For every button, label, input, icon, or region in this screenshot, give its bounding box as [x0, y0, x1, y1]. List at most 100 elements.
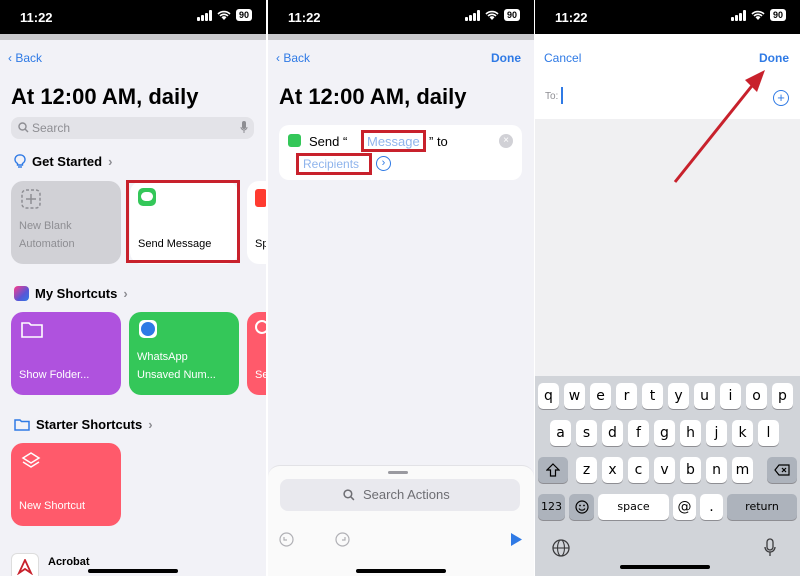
tile-label: New Blank [19, 219, 72, 232]
layers-icon [21, 452, 41, 468]
key-q[interactable]: q [538, 383, 559, 409]
my-shortcuts-header[interactable]: My Shortcuts › [14, 286, 128, 301]
globe-icon[interactable] [552, 539, 570, 557]
remove-action-icon[interactable]: × [499, 134, 513, 148]
shortcuts-app-icon [14, 286, 29, 301]
home-indicator [620, 565, 710, 569]
key-v[interactable]: v [654, 457, 675, 483]
microphone-icon[interactable] [240, 121, 248, 134]
search-field[interactable]: Search [11, 117, 254, 139]
key-e[interactable]: e [590, 383, 611, 409]
undo-icon[interactable] [279, 532, 294, 547]
highlight-box [296, 153, 372, 175]
new-shortcut-tile[interactable]: New Shortcut [11, 443, 121, 526]
wifi-icon [217, 10, 231, 20]
page-title: At 12:00 AM, daily [279, 84, 467, 109]
search-icon [18, 122, 29, 133]
search-icon [343, 489, 355, 501]
emoji-icon [574, 500, 589, 514]
drawer-handle[interactable] [388, 471, 408, 474]
get-started-header[interactable]: Get Started › [14, 154, 112, 169]
play-icon[interactable] [510, 533, 522, 546]
dictation-microphone-icon[interactable] [764, 538, 776, 558]
key-w[interactable]: w [564, 383, 585, 409]
highlight-box [126, 180, 240, 263]
key-c[interactable]: c [628, 457, 649, 483]
numbers-key[interactable]: 123 [538, 494, 565, 520]
highlight-box [361, 130, 426, 152]
key-m[interactable]: m [732, 457, 753, 483]
key-b[interactable]: b [680, 457, 701, 483]
status-bar: 11:22 90 [268, 0, 534, 34]
key-o[interactable]: o [746, 383, 767, 409]
key-u[interactable]: u [694, 383, 715, 409]
show-folder-shortcut[interactable]: Show Folder... [11, 312, 121, 395]
key-k[interactable]: k [732, 420, 753, 446]
key-x[interactable]: x [602, 457, 623, 483]
chevron-right-icon: › [123, 286, 128, 301]
redo-icon[interactable] [335, 532, 350, 547]
back-button[interactable]: ‹ Back [8, 51, 42, 65]
key-p[interactable]: p [772, 383, 793, 409]
tile-label: New Shortcut [19, 500, 86, 513]
starter-shortcuts-label: Starter Shortcuts [36, 417, 143, 432]
whatsapp-shortcut[interactable]: WhatsApp Unsaved Num... [129, 312, 239, 395]
messages-icon [288, 134, 301, 147]
key-g[interactable]: g [654, 420, 675, 446]
keyboard: q w e r t y u i o p a s d f g h j k l z … [535, 376, 800, 576]
actions-drawer: Search Actions [268, 465, 534, 576]
return-key[interactable]: return [727, 494, 797, 520]
starter-shortcuts-header[interactable]: Starter Shortcuts › [14, 417, 153, 432]
partial-tile[interactable]: Sp [247, 181, 266, 264]
new-blank-automation-tile[interactable]: New Blank Automation [11, 181, 121, 264]
cellular-signal-icon [464, 9, 480, 21]
acrobat-app-icon[interactable] [11, 553, 39, 576]
key-d[interactable]: d [602, 420, 623, 446]
key-z[interactable]: z [576, 457, 597, 483]
battery-indicator: 90 [503, 9, 520, 21]
safari-icon [139, 320, 157, 338]
period-key[interactable]: . [700, 494, 723, 520]
key-s[interactable]: s [576, 420, 597, 446]
delete-key[interactable] [767, 457, 797, 483]
key-h[interactable]: h [680, 420, 701, 446]
back-button[interactable]: ‹ Back [276, 51, 310, 65]
key-a[interactable]: a [550, 420, 571, 446]
shift-key[interactable] [538, 457, 568, 483]
my-shortcuts-label: My Shortcuts [35, 286, 118, 301]
app-icon [255, 189, 266, 207]
key-r[interactable]: r [616, 383, 637, 409]
send-message-action-card[interactable]: Send “ Message ” to Recipients › × [279, 125, 522, 180]
key-i[interactable]: i [720, 383, 741, 409]
compose-panel: 11:22 90 Cancel Done To: + q w e r t y u… [535, 0, 800, 576]
dashed-plus-icon [21, 189, 41, 209]
space-key[interactable]: space [598, 494, 669, 520]
search-actions-placeholder: Search Actions [363, 487, 450, 502]
key-n[interactable]: n [706, 457, 727, 483]
expand-chevron-icon[interactable]: › [376, 156, 391, 171]
page-title: At 12:00 AM, daily [11, 84, 199, 109]
status-bar: 11:22 90 [0, 0, 266, 34]
key-l[interactable]: l [758, 420, 779, 446]
shortcut-label: Unsaved Num... [137, 369, 216, 382]
key-y[interactable]: y [668, 383, 689, 409]
done-button[interactable]: Done [491, 51, 521, 65]
whatsapp-icon [255, 320, 266, 334]
emoji-key[interactable] [569, 494, 594, 520]
action-editor-panel: 11:22 90 ‹ Back Done At 12:00 AM, daily … [268, 0, 534, 576]
partial-shortcut[interactable]: Se [247, 312, 266, 395]
at-key[interactable]: @ [673, 494, 696, 520]
key-t[interactable]: t [642, 383, 663, 409]
search-placeholder: Search [32, 121, 71, 135]
tile-label: Sp [255, 238, 266, 251]
automation-panel: 11:22 90 ‹ Back At 12:00 AM, daily Searc… [0, 0, 266, 576]
lightbulb-icon [14, 154, 26, 168]
key-f[interactable]: f [628, 420, 649, 446]
wifi-icon [485, 10, 499, 20]
search-actions-field[interactable]: Search Actions [280, 479, 520, 511]
action-to-text: ” to [429, 134, 448, 149]
key-j[interactable]: j [706, 420, 727, 446]
back-label: Back [283, 51, 311, 65]
back-label: Back [15, 51, 43, 65]
sheet: ‹ Back Done At 12:00 AM, daily Send “ Me… [268, 40, 534, 576]
